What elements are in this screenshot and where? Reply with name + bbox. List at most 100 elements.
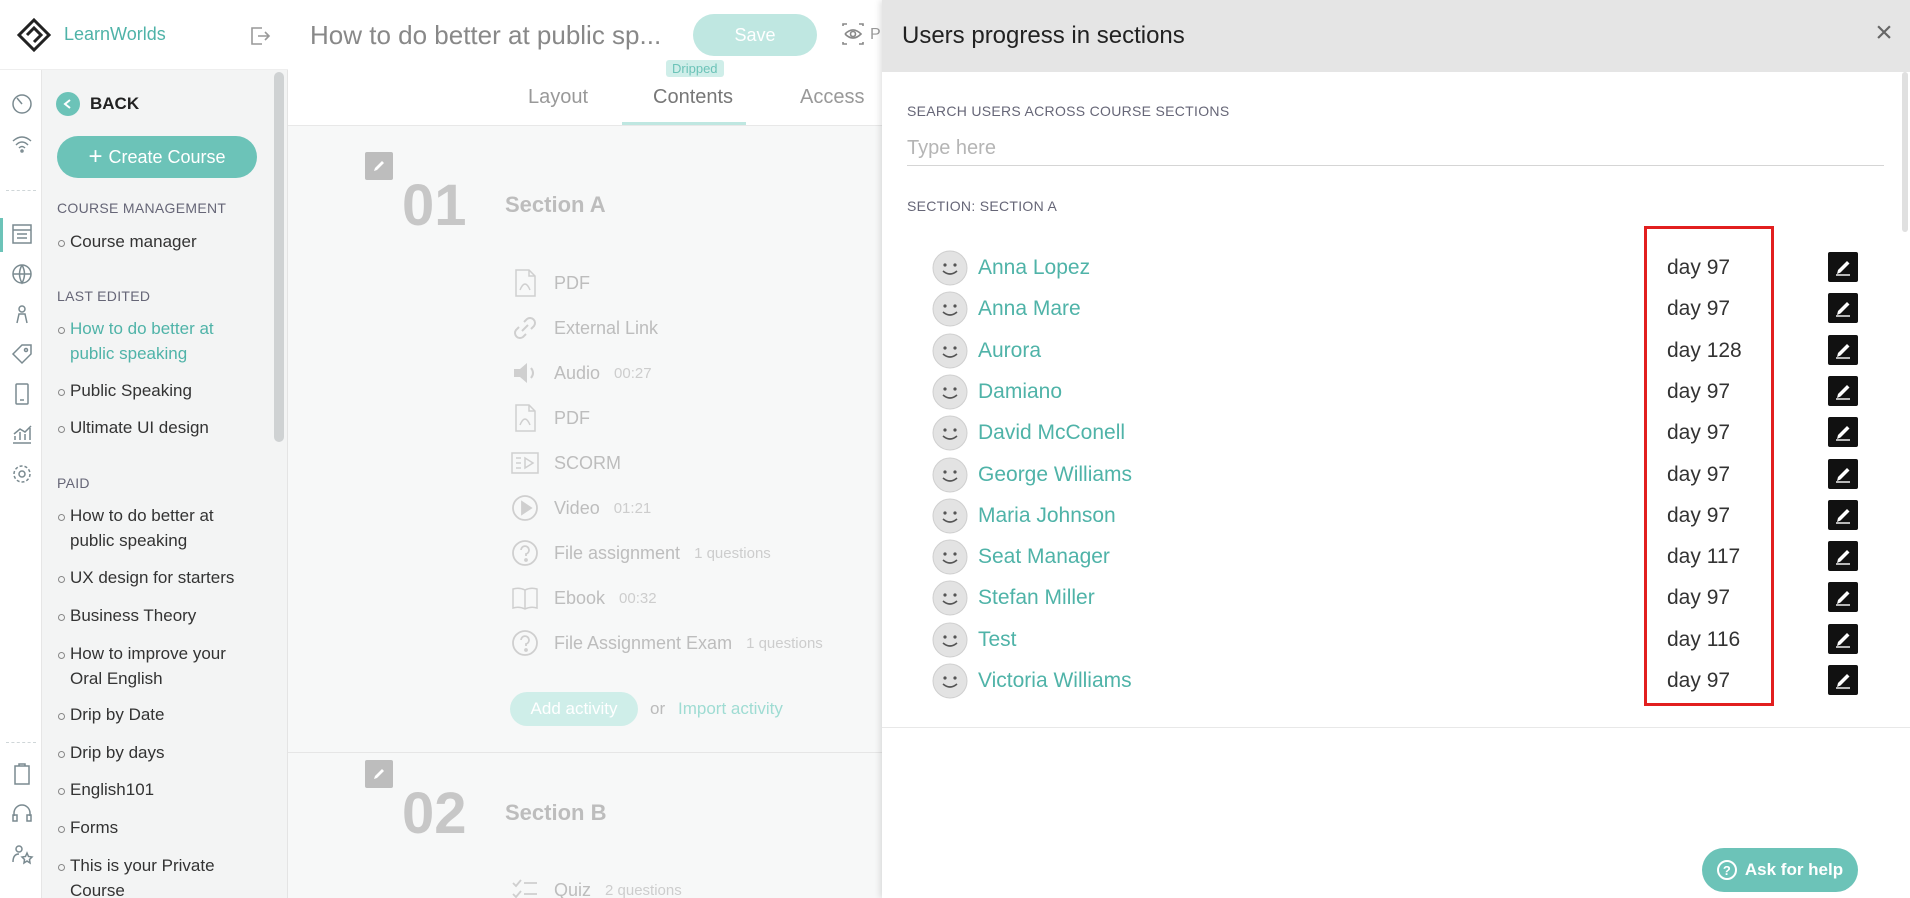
activity-item[interactable]: External Link: [510, 311, 658, 345]
preview-eye-icon[interactable]: [840, 22, 866, 46]
user-name-link[interactable]: Maria Johnson: [978, 504, 1116, 528]
avatar-smiley-icon: [932, 333, 968, 369]
sidebar-item-last-edited[interactable]: How to do better at public speaking: [58, 316, 260, 366]
import-activity-link[interactable]: Import activity: [678, 699, 783, 719]
user-name-link[interactable]: Seat Manager: [978, 545, 1110, 569]
sidebar-scrollbar[interactable]: [274, 72, 284, 442]
pencil-icon: [1836, 591, 1850, 607]
sidebar-item-last-edited[interactable]: Public Speaking: [58, 378, 260, 403]
user-name-link[interactable]: Anna Mare: [978, 297, 1081, 321]
sidebar-item-last-edited[interactable]: Ultimate UI design: [58, 415, 260, 440]
activity-label: PDF: [554, 272, 590, 293]
user-name-link[interactable]: Aurora: [978, 339, 1041, 363]
clipboard-icon[interactable]: [10, 762, 34, 786]
table-row: Anna Mare day 97: [932, 289, 1886, 329]
activity-item[interactable]: File assignment 1 questions: [510, 536, 771, 570]
courses-icon[interactable]: [10, 222, 34, 246]
support-headset-icon[interactable]: [10, 802, 34, 826]
user-name-link[interactable]: Damiano: [978, 380, 1062, 404]
activity-item[interactable]: PDF: [510, 401, 590, 435]
tab-contents[interactable]: Contents: [653, 86, 733, 109]
logout-icon[interactable]: [248, 24, 272, 48]
edit-progress-button[interactable]: [1828, 499, 1858, 530]
pencil-icon: [374, 769, 384, 779]
analytics-icon[interactable]: [10, 422, 34, 446]
create-course-label: Create Course: [108, 146, 226, 167]
create-course-button[interactable]: + Create Course: [57, 136, 257, 178]
pencil-icon: [1836, 302, 1850, 317]
activity-item[interactable]: Quiz 2 questions: [510, 873, 682, 898]
section-title[interactable]: Section A: [505, 192, 606, 218]
edit-progress-button[interactable]: [1828, 375, 1858, 406]
edit-progress-button[interactable]: [1828, 458, 1858, 489]
users-icon[interactable]: [10, 302, 34, 326]
sidebar-item-paid[interactable]: English101: [58, 777, 260, 802]
sidebar-item-paid[interactable]: Forms: [58, 815, 260, 840]
activity-item[interactable]: File Assignment Exam 1 questions: [510, 626, 823, 660]
edit-progress-button[interactable]: [1828, 665, 1858, 695]
sidebar-item-paid[interactable]: Drip by days: [58, 740, 260, 765]
settings-gear-icon[interactable]: [10, 462, 34, 486]
sidebar-item-course-manager[interactable]: Course manager: [58, 229, 260, 254]
pencil-icon: [1836, 632, 1850, 648]
user-name-link[interactable]: Anna Lopez: [978, 256, 1090, 280]
learnworlds-logo-icon[interactable]: [16, 17, 52, 53]
search-users-input[interactable]: [907, 132, 1884, 166]
tab-layout[interactable]: Layout: [528, 86, 588, 109]
sidebar-item-paid[interactable]: How to do better at public speaking: [58, 503, 260, 553]
activity-label: Ebook: [554, 587, 606, 608]
dashboard-icon[interactable]: [10, 92, 34, 116]
ask-for-help-button[interactable]: ? Ask for help: [1702, 848, 1858, 892]
table-row: Damiano day 97: [932, 372, 1886, 412]
user-day-value: day 117: [1667, 545, 1741, 569]
activity-item[interactable]: Video 01:21: [510, 491, 651, 525]
back-label: BACK: [90, 94, 140, 113]
rewards-star-icon[interactable]: [10, 842, 34, 866]
or-label: or: [650, 699, 666, 718]
activity-label: File assignment: [554, 542, 681, 563]
editor-topbar: How to do better at public sp... Save P: [288, 0, 882, 70]
edit-progress-button[interactable]: [1828, 582, 1858, 613]
edit-section-b-button[interactable]: [365, 760, 393, 788]
user-name-link[interactable]: George Williams: [978, 463, 1132, 487]
activity-item[interactable]: Ebook 00:32: [510, 581, 657, 615]
user-name-link[interactable]: Stefan Miller: [978, 586, 1095, 610]
edit-progress-button[interactable]: [1828, 252, 1858, 282]
tab-access[interactable]: Access: [800, 86, 864, 109]
back-button[interactable]: BACK: [56, 92, 139, 116]
save-button[interactable]: Save: [693, 14, 817, 56]
edit-progress-button[interactable]: [1828, 293, 1858, 324]
section-divider: [288, 752, 882, 753]
sidebar-item-paid[interactable]: How to improve your Oral English: [58, 641, 260, 691]
search-label: SEARCH USERS ACROSS COURSE SECTIONS: [907, 103, 1230, 119]
user-name-link[interactable]: Victoria Williams: [978, 669, 1132, 693]
close-icon[interactable]: ×: [1872, 18, 1896, 48]
sidebar-item-paid[interactable]: Drip by Date: [58, 702, 260, 727]
section-heading-course-management: COURSE MANAGEMENT: [57, 200, 227, 216]
user-name-link[interactable]: Test: [978, 628, 1017, 652]
sidebar-item-paid[interactable]: This is your Private Course: [58, 853, 260, 898]
section-heading-last-edited: LAST EDITED: [57, 288, 151, 304]
edit-progress-button[interactable]: [1828, 334, 1858, 365]
edit-progress-button[interactable]: [1828, 541, 1858, 572]
edit-section-a-button[interactable]: [365, 152, 393, 180]
section-title[interactable]: Section B: [505, 800, 606, 826]
mobile-icon[interactable]: [10, 382, 34, 406]
globe-icon[interactable]: [10, 262, 34, 286]
pdf-icon: [515, 269, 536, 297]
sidebar-item-paid[interactable]: Business Theory: [58, 603, 260, 628]
course-editor: How to do better at public sp... Save P …: [288, 0, 882, 898]
section-label: SECTION: SECTION A: [907, 198, 1058, 214]
preview-label[interactable]: P: [870, 26, 881, 44]
tag-icon[interactable]: [10, 342, 34, 366]
activity-item[interactable]: PDF: [510, 266, 590, 300]
activity-item[interactable]: SCORM: [510, 446, 621, 480]
edit-progress-button[interactable]: [1828, 417, 1858, 448]
add-activity-button[interactable]: Add activity: [510, 692, 638, 726]
user-name-link[interactable]: David McConell: [978, 421, 1125, 445]
panel-scrollbar[interactable]: [1902, 72, 1908, 232]
activity-item[interactable]: Audio 00:27: [510, 356, 652, 390]
wifi-icon[interactable]: [10, 132, 34, 156]
sidebar-item-paid[interactable]: UX design for starters: [58, 565, 260, 590]
edit-progress-button[interactable]: [1828, 623, 1858, 654]
